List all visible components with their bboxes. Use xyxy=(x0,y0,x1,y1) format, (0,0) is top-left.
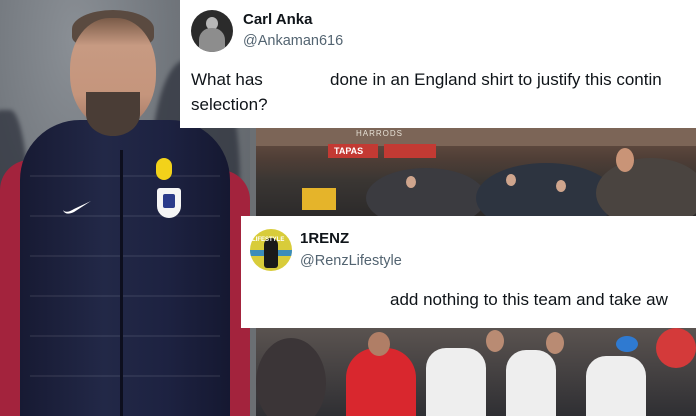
tweet-text-part2: done in an England shirt to justify this… xyxy=(330,70,662,89)
swoosh-logo-icon xyxy=(63,201,91,214)
user-avatar[interactable] xyxy=(191,10,233,52)
tweet-text: add nothing to this team and take aw xyxy=(390,290,668,309)
user-avatar[interactable]: LIFESTYLE xyxy=(250,229,292,271)
avatar-label: LIFESTYLE xyxy=(252,237,285,243)
fan-red-shirt xyxy=(346,348,416,416)
crowd-photo-fans xyxy=(256,328,696,416)
tweet-card-2[interactable]: LIFESTYLE 1RENZ @RenzLifestyle add nothi… xyxy=(241,216,696,328)
navy-gilet xyxy=(20,120,230,416)
tweet-text-line2: selection? xyxy=(191,95,268,114)
user-handle[interactable]: @RenzLifestyle xyxy=(300,253,402,269)
storefront-sign: TAPAS xyxy=(334,146,364,156)
store-banner: HARRODS xyxy=(356,129,404,138)
crowd-photo-street: TAPAS HARRODS xyxy=(256,128,696,216)
tweet-text-part1: What has xyxy=(191,70,263,89)
england-crest-icon xyxy=(157,188,181,218)
protest-sign xyxy=(302,188,336,210)
display-name[interactable]: 1RENZ xyxy=(300,230,349,247)
display-name[interactable]: Carl Anka xyxy=(243,11,312,28)
user-handle[interactable]: @Ankaman616 xyxy=(243,33,343,49)
sponsor-logo-icon xyxy=(156,158,172,180)
tweet-card-1[interactable]: Carl Anka @Ankaman616 What has done in a… xyxy=(180,0,696,128)
